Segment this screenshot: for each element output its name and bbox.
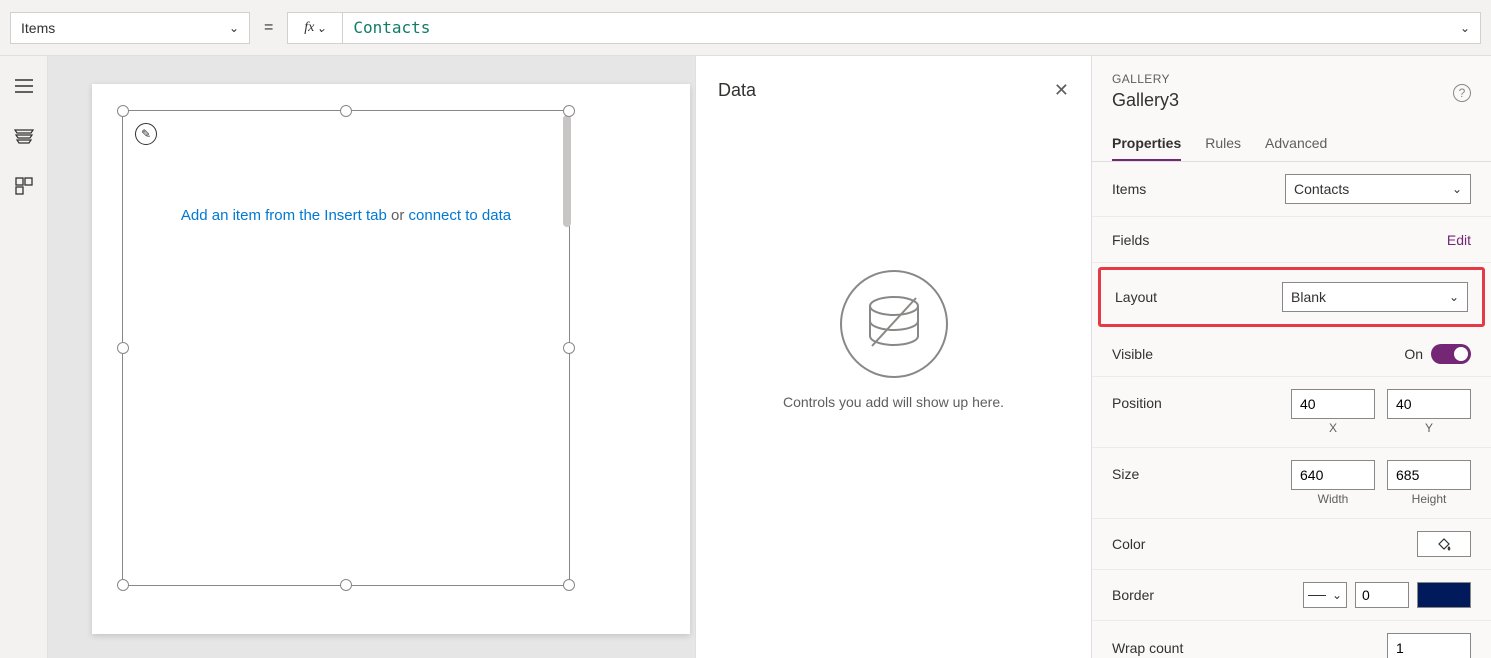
resize-handle[interactable]: [117, 579, 129, 591]
props-tabs: Properties Rules Advanced: [1092, 127, 1491, 162]
size-width-input[interactable]: [1291, 460, 1375, 490]
resize-handle[interactable]: [117, 342, 129, 354]
connect-data-link[interactable]: connect to data: [409, 207, 512, 224]
tab-advanced[interactable]: Advanced: [1265, 127, 1327, 161]
data-empty-state: Controls you add will show up here.: [718, 61, 1069, 618]
visible-toggle[interactable]: On: [1404, 344, 1471, 364]
prop-items-label: Items: [1112, 181, 1146, 197]
formula-input[interactable]: Contacts ⌄: [343, 12, 1481, 44]
edit-pencil-icon[interactable]: ✎: [135, 123, 157, 145]
size-height-sublabel: Height: [1412, 492, 1447, 506]
fx-button[interactable]: fx ⌄: [287, 12, 343, 44]
prop-border: Border ⌄: [1092, 570, 1491, 621]
equals-sign: =: [264, 19, 273, 37]
chevron-down-icon: ⌄: [1460, 21, 1470, 35]
data-empty-message: Controls you add will show up here.: [783, 394, 1004, 410]
prop-position-label: Position: [1112, 389, 1162, 411]
gallery-hint: Add an item from the Insert tab or conne…: [123, 207, 569, 224]
chevron-down-icon: ⌄: [229, 21, 239, 35]
prop-items: Items Contacts ⌄: [1092, 162, 1491, 217]
border-style-selector[interactable]: ⌄: [1303, 582, 1347, 608]
chevron-down-icon: ⌄: [1332, 588, 1342, 602]
layout-value: Blank: [1291, 289, 1326, 305]
formula-text: Contacts: [353, 18, 430, 37]
toggle-switch[interactable]: [1431, 344, 1471, 364]
prop-color: Color: [1092, 519, 1491, 570]
hint-or: or: [391, 207, 404, 224]
prop-color-label: Color: [1112, 536, 1145, 552]
prop-size: Size Width Height: [1092, 448, 1491, 519]
resize-handle[interactable]: [563, 579, 575, 591]
resize-handle[interactable]: [340, 105, 352, 117]
layout-selector[interactable]: Blank ⌄: [1282, 282, 1468, 312]
canvas-area[interactable]: ✎ Add an item from the Insert tab or con…: [48, 56, 695, 658]
prop-layout: Layout Blank ⌄: [1098, 267, 1485, 327]
property-selector-label: Items: [21, 20, 55, 36]
position-y-input[interactable]: [1387, 389, 1471, 419]
paint-bucket-icon: [1436, 536, 1452, 552]
prop-position: Position X Y: [1092, 377, 1491, 448]
hamburger-icon[interactable]: [14, 76, 34, 96]
resize-handle[interactable]: [117, 105, 129, 117]
prop-wrap-count-label: Wrap count: [1112, 640, 1183, 656]
prop-fields-label: Fields: [1112, 232, 1149, 248]
border-width-input[interactable]: [1355, 582, 1409, 608]
resize-handle[interactable]: [563, 105, 575, 117]
prop-size-label: Size: [1112, 460, 1139, 482]
prop-border-label: Border: [1112, 587, 1154, 603]
prop-wrap-count: Wrap count: [1092, 621, 1491, 658]
fields-edit-link[interactable]: Edit: [1447, 232, 1471, 248]
prop-visible: Visible On: [1092, 331, 1491, 377]
prop-layout-label: Layout: [1115, 289, 1157, 305]
size-width-sublabel: Width: [1318, 492, 1349, 506]
tree-view-icon[interactable]: [14, 126, 34, 146]
position-x-input[interactable]: [1291, 389, 1375, 419]
resize-handle[interactable]: [563, 342, 575, 354]
border-color-swatch[interactable]: [1417, 582, 1471, 608]
items-selector[interactable]: Contacts ⌄: [1285, 174, 1471, 204]
canvas-screen[interactable]: ✎ Add an item from the Insert tab or con…: [92, 84, 690, 634]
chevron-down-icon: ⌄: [316, 21, 326, 35]
position-y-sublabel: Y: [1425, 421, 1433, 435]
gallery-control[interactable]: ✎ Add an item from the Insert tab or con…: [122, 110, 570, 586]
properties-panel: GALLERY Gallery3 ? Properties Rules Adva…: [1091, 56, 1491, 658]
size-height-input[interactable]: [1387, 460, 1471, 490]
control-type-label: GALLERY: [1112, 72, 1179, 86]
property-selector[interactable]: Items ⌄: [10, 12, 250, 44]
database-empty-icon: [840, 270, 948, 378]
chevron-down-icon: ⌄: [1452, 182, 1462, 196]
position-x-sublabel: X: [1329, 421, 1337, 435]
prop-visible-label: Visible: [1112, 346, 1153, 362]
items-value: Contacts: [1294, 181, 1349, 197]
color-picker[interactable]: [1417, 531, 1471, 557]
components-icon[interactable]: [14, 176, 34, 196]
chevron-down-icon: ⌄: [1449, 290, 1459, 304]
tab-properties[interactable]: Properties: [1112, 127, 1181, 161]
visible-value: On: [1404, 346, 1423, 362]
prop-fields: Fields Edit: [1092, 217, 1491, 263]
left-rail: [0, 56, 48, 658]
insert-item-link[interactable]: Add an item from the Insert tab: [181, 207, 387, 224]
data-panel: Data ✕ Controls you add will show up her…: [695, 56, 1091, 658]
wrap-count-input[interactable]: [1387, 633, 1471, 658]
fx-label: fx: [304, 20, 314, 36]
tab-rules[interactable]: Rules: [1205, 127, 1241, 161]
control-name: Gallery3: [1112, 90, 1179, 111]
formula-bar: Items ⌄ = fx ⌄ Contacts ⌄: [0, 0, 1491, 56]
help-icon[interactable]: ?: [1453, 84, 1471, 102]
resize-handle[interactable]: [340, 579, 352, 591]
